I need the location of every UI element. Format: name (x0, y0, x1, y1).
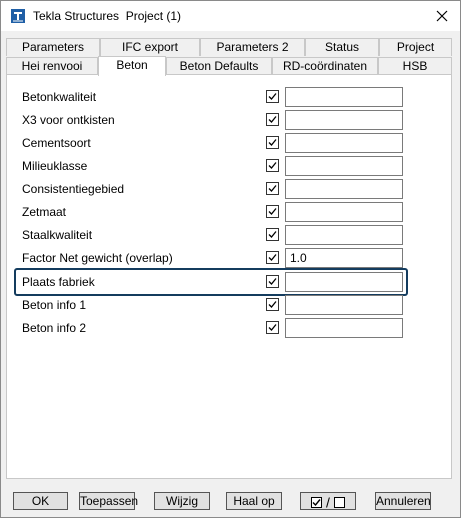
row-plaats-fabriek: Plaats fabriek (7, 272, 453, 294)
enable-checkbox[interactable] (266, 136, 279, 149)
tab-status[interactable]: Status (305, 38, 379, 56)
cancel-button[interactable]: Annuleren (375, 492, 431, 510)
row-x3-voor-ontkisten: X3 voor ontkisten (7, 110, 453, 132)
tab-hsb[interactable]: HSB (378, 57, 452, 75)
enable-checkbox[interactable] (266, 90, 279, 103)
row-label: Zetmaat (22, 205, 67, 219)
tekla-app-icon (11, 9, 25, 23)
toggle-separator: / (326, 494, 330, 511)
enable-checkbox[interactable] (266, 298, 279, 311)
checkmark-icon (268, 301, 277, 308)
row-label: X3 voor ontkisten (22, 113, 115, 127)
row-label: Factor Net gewicht (overlap) (22, 251, 173, 265)
row-label: Consistentiegebied (22, 182, 125, 196)
tab-row-top: Parameters IFC export Parameters 2 Statu… (6, 38, 452, 56)
checkmark-icon (268, 139, 277, 146)
value-field[interactable] (285, 156, 403, 176)
apply-button[interactable]: Toepassen (79, 492, 138, 510)
dialog-window: Tekla Structures Project (1) Parameters … (0, 0, 461, 518)
value-field[interactable] (285, 202, 403, 222)
value-field[interactable] (285, 87, 403, 107)
value-field[interactable] (285, 133, 403, 153)
value-field[interactable] (285, 179, 403, 199)
window-title: Tekla Structures Project (1) (33, 9, 182, 23)
tab-beton[interactable]: Beton (98, 56, 166, 76)
row-label: Betonkwaliteit (22, 90, 97, 104)
value-field[interactable] (285, 225, 403, 245)
row-betonkwaliteit: Betonkwaliteit (7, 87, 453, 109)
row-label: Cementsoort (22, 136, 91, 150)
row-label: Staalkwaliteit (22, 228, 93, 242)
checkmark-icon (268, 231, 277, 238)
checkmark-icon (268, 93, 277, 100)
enable-checkbox[interactable] (266, 251, 279, 264)
row-label: Plaats fabriek (22, 275, 95, 289)
beton-panel: Betonkwaliteit X3 voor ontkisten Cements… (6, 74, 452, 479)
row-factor-net-gewicht: Factor Net gewicht (overlap) (7, 248, 453, 270)
row-label: Milieuklasse (22, 159, 88, 173)
uncheck-all-icon (333, 496, 345, 508)
tab-rd-coordinaten[interactable]: RD-coördinaten (272, 57, 378, 75)
enable-checkbox[interactable] (266, 321, 279, 334)
row-milieuklasse: Milieuklasse (7, 156, 453, 178)
value-field[interactable] (285, 248, 403, 268)
row-zetmaat: Zetmaat (7, 202, 453, 224)
checkmark-icon (268, 324, 277, 331)
row-consistentiegebied: Consistentiegebied (7, 179, 453, 201)
checkmark-icon (268, 116, 277, 123)
check-all-icon (311, 496, 323, 508)
close-icon (436, 10, 448, 22)
row-cementsoort: Cementsoort (7, 133, 453, 155)
title-bar: Tekla Structures Project (1) (1, 1, 460, 31)
enable-checkbox[interactable] (266, 113, 279, 126)
value-field[interactable] (285, 272, 403, 292)
modify-button[interactable]: Wijzig (154, 492, 210, 510)
tab-parameters-2[interactable]: Parameters 2 (200, 38, 305, 56)
row-beton-info-1: Beton info 1 (7, 295, 453, 317)
checkmark-icon (268, 278, 277, 285)
value-field[interactable] (285, 318, 403, 338)
row-staalkwaliteit: Staalkwaliteit (7, 225, 453, 247)
tab-project[interactable]: Project (379, 38, 452, 56)
value-field[interactable] (285, 110, 403, 130)
get-button[interactable]: Haal op (226, 492, 282, 510)
tab-row-bottom: Hei renvooi Beton Beton Defaults RD-coör… (6, 56, 452, 76)
enable-checkbox[interactable] (266, 228, 279, 241)
enable-checkbox[interactable] (266, 182, 279, 195)
checkmark-icon (268, 162, 277, 169)
row-label: Beton info 2 (22, 321, 87, 335)
enable-checkbox[interactable] (266, 275, 279, 288)
enable-checkbox[interactable] (266, 205, 279, 218)
row-label: Beton info 1 (22, 298, 87, 312)
row-beton-info-2: Beton info 2 (7, 318, 453, 340)
checkmark-icon (268, 185, 277, 192)
ok-button[interactable]: OK (13, 492, 68, 510)
tab-ifc-export[interactable]: IFC export (100, 38, 200, 56)
tab-parameters[interactable]: Parameters (6, 38, 100, 56)
tab-beton-defaults[interactable]: Beton Defaults (166, 57, 272, 75)
tab-hei-renvooi[interactable]: Hei renvooi (6, 57, 98, 75)
enable-checkbox[interactable] (266, 159, 279, 172)
checkmark-icon (268, 254, 277, 261)
close-button[interactable] (432, 6, 452, 26)
toggle-all-button[interactable]: / (300, 492, 356, 510)
value-field[interactable] (285, 295, 403, 315)
checkmark-icon (268, 208, 277, 215)
